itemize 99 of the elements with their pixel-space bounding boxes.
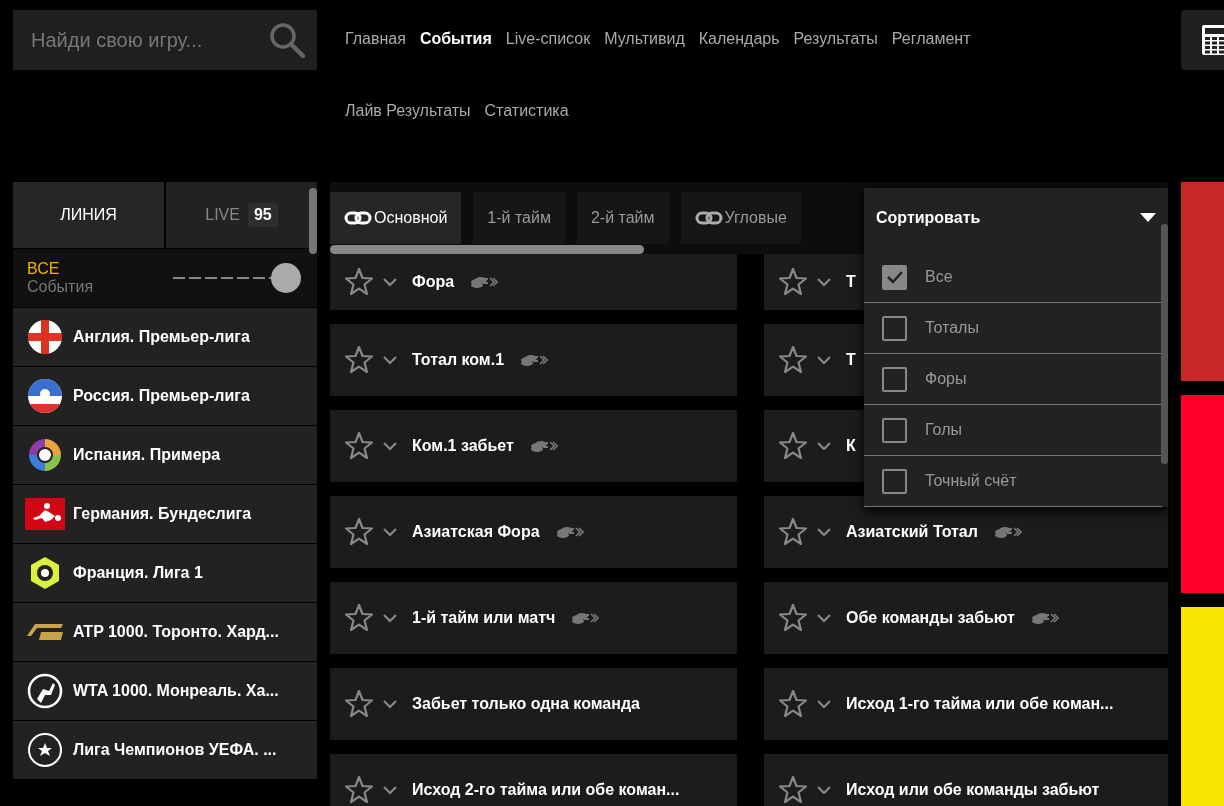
nav-link[interactable]: Результаты — [793, 28, 878, 50]
market-title: Фора — [412, 273, 455, 291]
chevron-icon[interactable] — [816, 527, 832, 537]
chevron-icon[interactable] — [816, 785, 832, 795]
star-icon[interactable] — [778, 345, 808, 375]
star-icon[interactable] — [344, 689, 374, 719]
market-title: Т — [846, 273, 856, 291]
star-icon[interactable] — [344, 517, 374, 547]
checkbox[interactable] — [882, 468, 907, 494]
chevron-icon[interactable] — [816, 355, 832, 365]
market-title: Исход 2-го тайма или обе коман... — [412, 781, 680, 799]
market-card[interactable]: Фора — [330, 254, 737, 310]
market-card[interactable]: Ком.1 забьет — [330, 410, 737, 482]
market-title: 1-й тайм или матч — [412, 609, 556, 627]
nav-link[interactable]: Live-список — [505, 28, 591, 50]
chevron-icon[interactable] — [382, 441, 398, 451]
filter-label: События — [27, 278, 95, 296]
filter-value: ВСЕ — [27, 260, 61, 278]
league-item[interactable]: WTA 1000. Монреаль. Ха... — [13, 662, 317, 721]
league-item[interactable]: Лига Чемпионов УЕФА. ... — [13, 721, 317, 780]
market-title: Тотал ком.1 — [412, 351, 505, 369]
star-icon[interactable] — [344, 345, 374, 375]
league-item[interactable]: Россия. Премьер-лига — [13, 367, 317, 426]
scrollbar[interactable] — [330, 245, 644, 254]
count-badge: 95 — [247, 203, 278, 227]
check-icon — [885, 270, 904, 284]
star-icon[interactable] — [778, 267, 808, 297]
nav-link[interactable]: Регламент — [891, 28, 971, 50]
market-title: Исход 1-го тайма или обе коман... — [846, 695, 1114, 713]
chevron-icon[interactable] — [816, 277, 832, 287]
market-card[interactable]: Забьет только одна команда — [330, 668, 737, 740]
market-card[interactable]: Тотал ком.1 — [330, 324, 737, 396]
chevron-icon[interactable] — [816, 441, 832, 451]
flag-icon — [25, 319, 65, 355]
search-input[interactable]: Найди свою игру... — [29, 27, 269, 53]
league-item[interactable]: Франция. Лига 1 — [13, 544, 317, 603]
market-title: Азиатская Фора — [412, 523, 540, 541]
star-icon[interactable] — [344, 603, 374, 633]
league-item[interactable]: Англия. Премьер-лига — [13, 308, 317, 367]
chevron-icon[interactable] — [382, 613, 398, 623]
search-icon[interactable] — [269, 22, 305, 58]
nav-link[interactable]: Главная — [345, 28, 406, 50]
scrollbar[interactable] — [309, 188, 317, 254]
nav-link[interactable]: Лайв Результаты — [345, 100, 471, 122]
chevron-icon[interactable] — [816, 613, 832, 623]
sort-button[interactable]: Сортировать — [864, 188, 1168, 248]
sidebar-tab[interactable]: LIVE 95 — [166, 182, 317, 248]
player-icon — [25, 496, 65, 532]
chevron-icon[interactable] — [382, 699, 398, 709]
market-title: Ком.1 забьет — [412, 437, 514, 455]
market-title: Обе команды забьют — [846, 609, 1015, 627]
star-icon[interactable] — [344, 775, 374, 805]
market-title: К — [846, 437, 856, 455]
search-field[interactable]: Найди свою игру... — [13, 10, 317, 70]
caret-icon — [1140, 213, 1156, 223]
nav-link[interactable]: Календарь — [698, 28, 780, 50]
nav-link[interactable]: Мультивид — [604, 28, 685, 50]
market-tab[interactable]: 2-й тайм — [576, 192, 669, 244]
market-tab[interactable]: Основной — [330, 192, 462, 244]
star-icon[interactable] — [778, 431, 808, 461]
market-title: Т — [846, 351, 856, 369]
checkbox[interactable] — [882, 264, 907, 290]
market-card[interactable]: 1-й тайм или матч — [330, 582, 737, 654]
sort-option[interactable]: Все — [864, 252, 1162, 303]
star-icon[interactable] — [344, 267, 374, 297]
chevron-icon[interactable] — [382, 527, 398, 537]
star-icon[interactable] — [344, 431, 374, 461]
nav-link[interactable]: Статистика — [484, 100, 569, 122]
star-icon[interactable] — [778, 775, 808, 805]
checkbox[interactable] — [882, 366, 907, 392]
chevron-icon[interactable] — [816, 699, 832, 709]
market-card[interactable]: Обе команды забьют — [764, 582, 1168, 654]
star-icon[interactable] — [778, 517, 808, 547]
calculator-button[interactable] — [1181, 10, 1224, 70]
market-tab[interactable]: Угловые — [680, 192, 801, 244]
calculator-icon — [1202, 25, 1224, 55]
market-card[interactable]: Азиатская Фора — [330, 496, 737, 568]
sidebar-tab[interactable]: ЛИНИЯ — [13, 182, 164, 248]
nav-link[interactable]: События — [419, 28, 492, 50]
market-title: Исход или обе команды забьют — [846, 781, 1100, 799]
market-card[interactable]: Исход 2-го тайма или обе коман... — [330, 754, 737, 806]
star-icon[interactable] — [778, 603, 808, 633]
league-item[interactable]: Испания. Примера — [13, 426, 317, 485]
league-item[interactable]: ATP 1000. Торонто. Хард... — [13, 603, 317, 662]
checkbox[interactable] — [882, 417, 907, 443]
chevron-icon[interactable] — [382, 277, 398, 287]
chevron-icon[interactable] — [382, 355, 398, 365]
scrollbar[interactable] — [1161, 224, 1168, 464]
league-item[interactable]: Германия. Бундеслига — [13, 485, 317, 544]
market-title: Забьет только одна команда — [412, 695, 640, 713]
star-icon[interactable] — [778, 689, 808, 719]
market-card[interactable]: Исход или обе команды забьют — [764, 754, 1168, 806]
market-tab[interactable]: 1-й тайм — [473, 192, 565, 244]
sort-option[interactable]: Точный счёт — [864, 456, 1162, 507]
chevron-icon[interactable] — [382, 785, 398, 795]
star-ball-icon — [25, 732, 65, 768]
market-title: Азиатский Тотал — [846, 523, 978, 541]
market-card[interactable]: Исход 1-го тайма или обе коман... — [764, 668, 1168, 740]
checkbox[interactable] — [882, 315, 907, 341]
